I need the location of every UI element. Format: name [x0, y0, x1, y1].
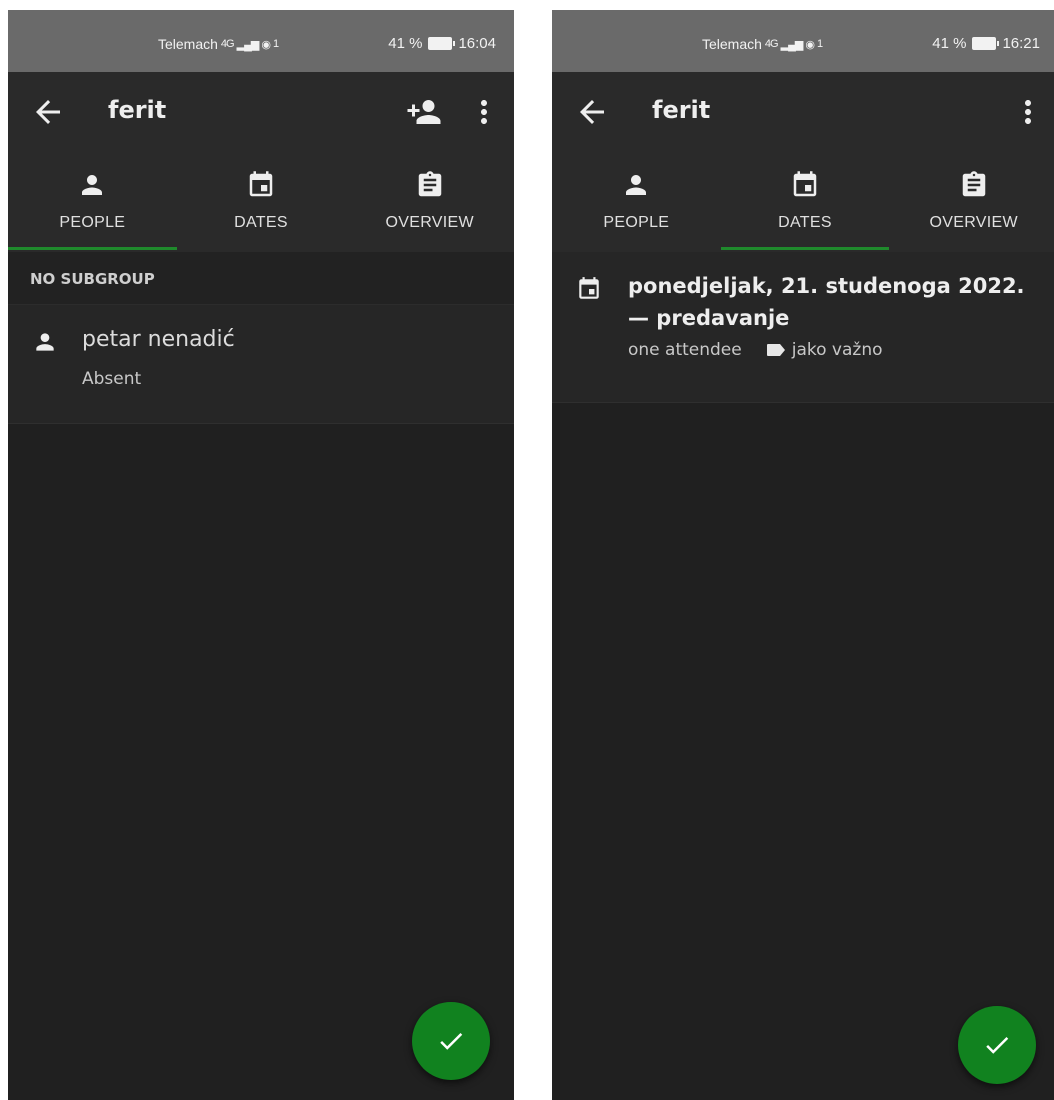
tab-selected-indicator: [720, 247, 890, 250]
tab-label-dates: DATES: [778, 214, 832, 231]
tab-label-overview: OVERVIEW: [385, 214, 474, 231]
more-vert-icon: [1025, 100, 1031, 124]
tab-people[interactable]: PEOPLE: [8, 162, 177, 252]
confirm-fab-button[interactable]: [412, 1002, 490, 1080]
page-title: ferit: [108, 96, 167, 124]
hotspot-icon: ◉: [261, 38, 271, 51]
tab-bar: PEOPLE DATES OVERVIEW: [8, 162, 514, 252]
status-bar: Telemach 4G ▂▄▆ ◉ 1 41 % 16:04: [8, 10, 514, 72]
clipboard-icon: [962, 171, 985, 197]
more-vert-icon: [481, 100, 487, 124]
person-name: petar nenadić: [82, 327, 235, 352]
battery-icon: [428, 37, 456, 50]
back-button[interactable]: [574, 94, 610, 130]
more-options-button[interactable]: [1010, 94, 1046, 130]
tab-label-people: PEOPLE: [603, 214, 670, 231]
tab-bar: PEOPLE DATES OVERVIEW: [552, 162, 1054, 252]
carrier-name: Telemach: [702, 36, 762, 52]
clock: 16:04: [458, 35, 496, 52]
arrow-back-icon: [580, 100, 604, 124]
hotspot-icon: ◉: [805, 38, 815, 51]
label-tag-icon: [766, 344, 785, 356]
check-icon: [986, 1036, 1009, 1054]
network-type: 4G: [764, 38, 779, 50]
battery-percent: 41 %: [932, 35, 967, 52]
attendee-count: one attendee: [628, 340, 742, 360]
carrier-info: Telemach 4G ▂▄▆ ◉ 1: [158, 36, 279, 52]
subgroup-header: NO SUBGROUP: [8, 252, 514, 305]
tab-label-people: PEOPLE: [59, 214, 126, 231]
add-person-button[interactable]: [406, 94, 442, 130]
tab-selected-indicator: [8, 247, 177, 250]
tab-people[interactable]: PEOPLE: [552, 162, 721, 252]
confirm-fab-button[interactable]: [958, 1006, 1036, 1084]
phone-screen-people: Telemach 4G ▂▄▆ ◉ 1 41 % 16:04 ferit PEO…: [8, 10, 514, 1100]
date-list-item[interactable]: ponedjeljak, 21. studenoga 2022. — preda…: [552, 252, 1054, 403]
tab-overview[interactable]: OVERVIEW: [345, 162, 514, 252]
tab-label-dates: DATES: [234, 214, 288, 231]
page-title: ferit: [652, 96, 711, 124]
status-bar: Telemach 4G ▂▄▆ ◉ 1 41 % 16:21: [552, 10, 1054, 72]
clipboard-icon: [418, 171, 441, 197]
calendar-icon: [249, 171, 273, 197]
phone-screen-dates: Telemach 4G ▂▄▆ ◉ 1 41 % 16:21 ferit PEO…: [552, 10, 1054, 1100]
check-icon: [440, 1032, 463, 1050]
status-right: 41 % 16:04: [388, 35, 496, 52]
tab-dates[interactable]: DATES: [177, 162, 346, 252]
signal-icon: ▂▄▆: [780, 38, 804, 51]
app-bar: ferit PEOPLE DATES OVERVIEW: [8, 72, 514, 252]
calendar-icon: [793, 171, 817, 197]
date-title: ponedjeljak, 21. studenoga 2022. — preda…: [628, 274, 1025, 330]
carrier-name: Telemach: [158, 36, 218, 52]
date-tag: jako važno: [791, 340, 883, 360]
back-button[interactable]: [30, 94, 66, 130]
sim-number: 1: [816, 38, 823, 50]
person-icon: [626, 175, 647, 195]
more-options-button[interactable]: [466, 94, 502, 130]
network-type: 4G: [220, 38, 235, 50]
carrier-info: Telemach 4G ▂▄▆ ◉ 1: [702, 36, 823, 52]
subgroup-label: NO SUBGROUP: [30, 270, 155, 288]
person-icon: [36, 333, 54, 351]
tab-overview[interactable]: OVERVIEW: [889, 162, 1054, 252]
sim-number: 1: [272, 38, 279, 50]
person-add-icon: [407, 100, 441, 124]
clock: 16:21: [1002, 35, 1040, 52]
tab-label-overview: OVERVIEW: [929, 214, 1018, 231]
signal-icon: ▂▄▆: [236, 38, 260, 51]
battery-icon: [972, 37, 1000, 50]
calendar-icon: [579, 277, 599, 299]
arrow-back-icon: [36, 100, 60, 124]
person-list-item[interactable]: petar nenadić Absent: [8, 305, 514, 424]
battery-percent: 41 %: [388, 35, 423, 52]
date-meta: one attendee jako važno: [628, 340, 883, 360]
tab-dates[interactable]: DATES: [720, 162, 890, 252]
app-bar: ferit PEOPLE DATES OVERVIEW: [552, 72, 1054, 252]
person-icon: [82, 175, 103, 195]
status-right: 41 % 16:21: [932, 35, 1040, 52]
attendance-status: Absent: [82, 369, 142, 389]
